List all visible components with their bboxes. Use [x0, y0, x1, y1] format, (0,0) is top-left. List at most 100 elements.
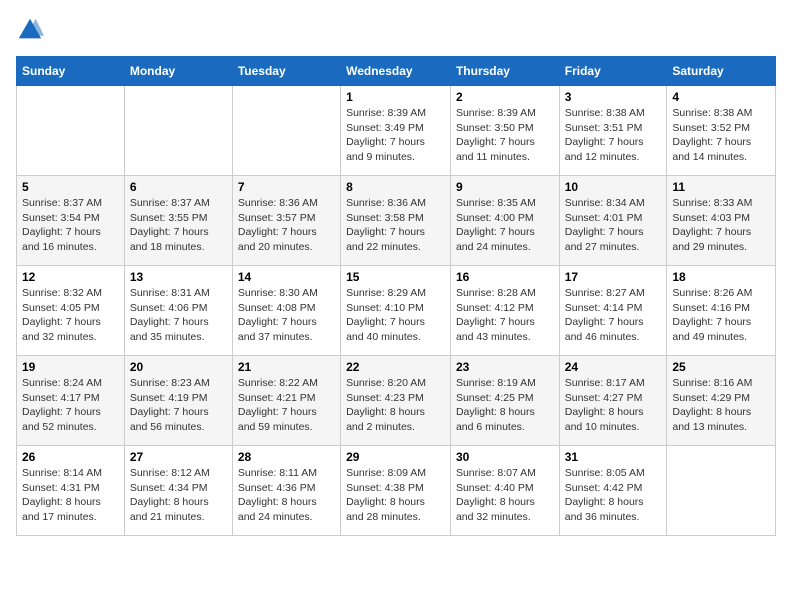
- calendar-table: SundayMondayTuesdayWednesdayThursdayFrid…: [16, 56, 776, 536]
- day-number: 22: [346, 360, 445, 374]
- calendar-cell: [232, 86, 340, 176]
- calendar-cell: 24 Sunrise: 8:17 AM Sunset: 4:27 PM Dayli…: [559, 356, 667, 446]
- weekday-header: Sunday: [17, 57, 125, 86]
- calendar-cell: 23 Sunrise: 8:19 AM Sunset: 4:25 PM Dayli…: [450, 356, 559, 446]
- day-number: 23: [456, 360, 554, 374]
- calendar-cell: 3Sunrise: 8:38 AM Sunset: 3:51 PM Daylig…: [559, 86, 667, 176]
- weekday-header: Saturday: [667, 57, 776, 86]
- calendar-cell: 9Sunrise: 8:35 AM Sunset: 4:00 PM Daylig…: [450, 176, 559, 266]
- day-number: 6: [130, 180, 227, 194]
- day-number: 26: [22, 450, 119, 464]
- calendar-week-row: 12 Sunrise: 8:32 AM Sunset: 4:05 PM Dayli…: [17, 266, 776, 356]
- cell-content: Sunrise: 8:30 AM Sunset: 4:08 PM Dayligh…: [238, 286, 335, 345]
- day-number: 28: [238, 450, 335, 464]
- calendar-cell: 1Sunrise: 8:39 AM Sunset: 3:49 PM Daylig…: [341, 86, 451, 176]
- cell-content: Sunrise: 8:17 AM Sunset: 4:27 PM Dayligh…: [565, 376, 662, 435]
- cell-content: Sunrise: 8:14 AM Sunset: 4:31 PM Dayligh…: [22, 466, 119, 525]
- cell-content: Sunrise: 8:38 AM Sunset: 3:51 PM Dayligh…: [565, 106, 662, 165]
- calendar-cell: [667, 446, 776, 536]
- cell-content: Sunrise: 8:33 AM Sunset: 4:03 PM Dayligh…: [672, 196, 770, 255]
- cell-content: Sunrise: 8:11 AM Sunset: 4:36 PM Dayligh…: [238, 466, 335, 525]
- calendar-cell: 10 Sunrise: 8:34 AM Sunset: 4:01 PM Dayli…: [559, 176, 667, 266]
- cell-content: Sunrise: 8:23 AM Sunset: 4:19 PM Dayligh…: [130, 376, 227, 435]
- weekday-header: Friday: [559, 57, 667, 86]
- day-number: 17: [565, 270, 662, 284]
- day-number: 1: [346, 90, 445, 104]
- calendar-cell: 29 Sunrise: 8:09 AM Sunset: 4:38 PM Dayli…: [341, 446, 451, 536]
- calendar-cell: 27 Sunrise: 8:12 AM Sunset: 4:34 PM Dayli…: [124, 446, 232, 536]
- calendar-cell: 13 Sunrise: 8:31 AM Sunset: 4:06 PM Dayli…: [124, 266, 232, 356]
- logo: [16, 16, 48, 44]
- cell-content: Sunrise: 8:28 AM Sunset: 4:12 PM Dayligh…: [456, 286, 554, 345]
- cell-content: Sunrise: 8:16 AM Sunset: 4:29 PM Dayligh…: [672, 376, 770, 435]
- cell-content: Sunrise: 8:12 AM Sunset: 4:34 PM Dayligh…: [130, 466, 227, 525]
- day-number: 16: [456, 270, 554, 284]
- day-number: 13: [130, 270, 227, 284]
- calendar-cell: 26 Sunrise: 8:14 AM Sunset: 4:31 PM Dayli…: [17, 446, 125, 536]
- day-number: 15: [346, 270, 445, 284]
- day-number: 10: [565, 180, 662, 194]
- cell-content: Sunrise: 8:31 AM Sunset: 4:06 PM Dayligh…: [130, 286, 227, 345]
- day-number: 21: [238, 360, 335, 374]
- cell-content: Sunrise: 8:36 AM Sunset: 3:58 PM Dayligh…: [346, 196, 445, 255]
- day-number: 9: [456, 180, 554, 194]
- cell-content: Sunrise: 8:32 AM Sunset: 4:05 PM Dayligh…: [22, 286, 119, 345]
- cell-content: Sunrise: 8:29 AM Sunset: 4:10 PM Dayligh…: [346, 286, 445, 345]
- day-number: 14: [238, 270, 335, 284]
- calendar-cell: 15 Sunrise: 8:29 AM Sunset: 4:10 PM Dayli…: [341, 266, 451, 356]
- day-number: 11: [672, 180, 770, 194]
- day-number: 19: [22, 360, 119, 374]
- calendar-cell: 30 Sunrise: 8:07 AM Sunset: 4:40 PM Dayli…: [450, 446, 559, 536]
- logo-icon: [16, 16, 44, 44]
- calendar-week-row: 19Sunrise: 8:24 AM Sunset: 4:17 PM Dayli…: [17, 356, 776, 446]
- calendar-header: SundayMondayTuesdayWednesdayThursdayFrid…: [17, 57, 776, 86]
- calendar-cell: 5 Sunrise: 8:37 AM Sunset: 3:54 PM Daylig…: [17, 176, 125, 266]
- day-number: 30: [456, 450, 554, 464]
- weekday-header: Tuesday: [232, 57, 340, 86]
- day-number: 29: [346, 450, 445, 464]
- calendar-cell: 7Sunrise: 8:36 AM Sunset: 3:57 PM Daylig…: [232, 176, 340, 266]
- day-number: 8: [346, 180, 445, 194]
- calendar-week-row: 5 Sunrise: 8:37 AM Sunset: 3:54 PM Daylig…: [17, 176, 776, 266]
- calendar-cell: 12 Sunrise: 8:32 AM Sunset: 4:05 PM Dayli…: [17, 266, 125, 356]
- calendar-cell: 20 Sunrise: 8:23 AM Sunset: 4:19 PM Dayli…: [124, 356, 232, 446]
- cell-content: Sunrise: 8:07 AM Sunset: 4:40 PM Dayligh…: [456, 466, 554, 525]
- calendar-cell: 4Sunrise: 8:38 AM Sunset: 3:52 PM Daylig…: [667, 86, 776, 176]
- calendar-cell: 2 Sunrise: 8:39 AM Sunset: 3:50 PM Daylig…: [450, 86, 559, 176]
- calendar-cell: 19Sunrise: 8:24 AM Sunset: 4:17 PM Dayli…: [17, 356, 125, 446]
- calendar-cell: 22Sunrise: 8:20 AM Sunset: 4:23 PM Dayli…: [341, 356, 451, 446]
- calendar-cell: 18 Sunrise: 8:26 AM Sunset: 4:16 PM Dayli…: [667, 266, 776, 356]
- calendar-cell: 31Sunrise: 8:05 AM Sunset: 4:42 PM Dayli…: [559, 446, 667, 536]
- calendar-cell: 17 Sunrise: 8:27 AM Sunset: 4:14 PM Dayli…: [559, 266, 667, 356]
- day-number: 31: [565, 450, 662, 464]
- day-number: 25: [672, 360, 770, 374]
- day-number: 2: [456, 90, 554, 104]
- day-number: 18: [672, 270, 770, 284]
- day-number: 5: [22, 180, 119, 194]
- cell-content: Sunrise: 8:39 AM Sunset: 3:50 PM Dayligh…: [456, 106, 554, 165]
- day-number: 4: [672, 90, 770, 104]
- day-number: 12: [22, 270, 119, 284]
- cell-content: Sunrise: 8:09 AM Sunset: 4:38 PM Dayligh…: [346, 466, 445, 525]
- calendar-cell: 11 Sunrise: 8:33 AM Sunset: 4:03 PM Dayli…: [667, 176, 776, 266]
- weekday-header: Wednesday: [341, 57, 451, 86]
- calendar-cell: [124, 86, 232, 176]
- cell-content: Sunrise: 8:19 AM Sunset: 4:25 PM Dayligh…: [456, 376, 554, 435]
- calendar-cell: 6 Sunrise: 8:37 AM Sunset: 3:55 PM Daylig…: [124, 176, 232, 266]
- calendar-cell: 25 Sunrise: 8:16 AM Sunset: 4:29 PM Dayli…: [667, 356, 776, 446]
- cell-content: Sunrise: 8:22 AM Sunset: 4:21 PM Dayligh…: [238, 376, 335, 435]
- page-header: [16, 16, 776, 44]
- cell-content: Sunrise: 8:36 AM Sunset: 3:57 PM Dayligh…: [238, 196, 335, 255]
- cell-content: Sunrise: 8:26 AM Sunset: 4:16 PM Dayligh…: [672, 286, 770, 345]
- day-number: 24: [565, 360, 662, 374]
- weekday-header: Thursday: [450, 57, 559, 86]
- cell-content: Sunrise: 8:34 AM Sunset: 4:01 PM Dayligh…: [565, 196, 662, 255]
- cell-content: Sunrise: 8:37 AM Sunset: 3:54 PM Dayligh…: [22, 196, 119, 255]
- calendar-cell: 8 Sunrise: 8:36 AM Sunset: 3:58 PM Daylig…: [341, 176, 451, 266]
- cell-content: Sunrise: 8:27 AM Sunset: 4:14 PM Dayligh…: [565, 286, 662, 345]
- day-number: 27: [130, 450, 227, 464]
- day-number: 20: [130, 360, 227, 374]
- cell-content: Sunrise: 8:37 AM Sunset: 3:55 PM Dayligh…: [130, 196, 227, 255]
- calendar-cell: 14 Sunrise: 8:30 AM Sunset: 4:08 PM Dayli…: [232, 266, 340, 356]
- calendar-cell: 21 Sunrise: 8:22 AM Sunset: 4:21 PM Dayli…: [232, 356, 340, 446]
